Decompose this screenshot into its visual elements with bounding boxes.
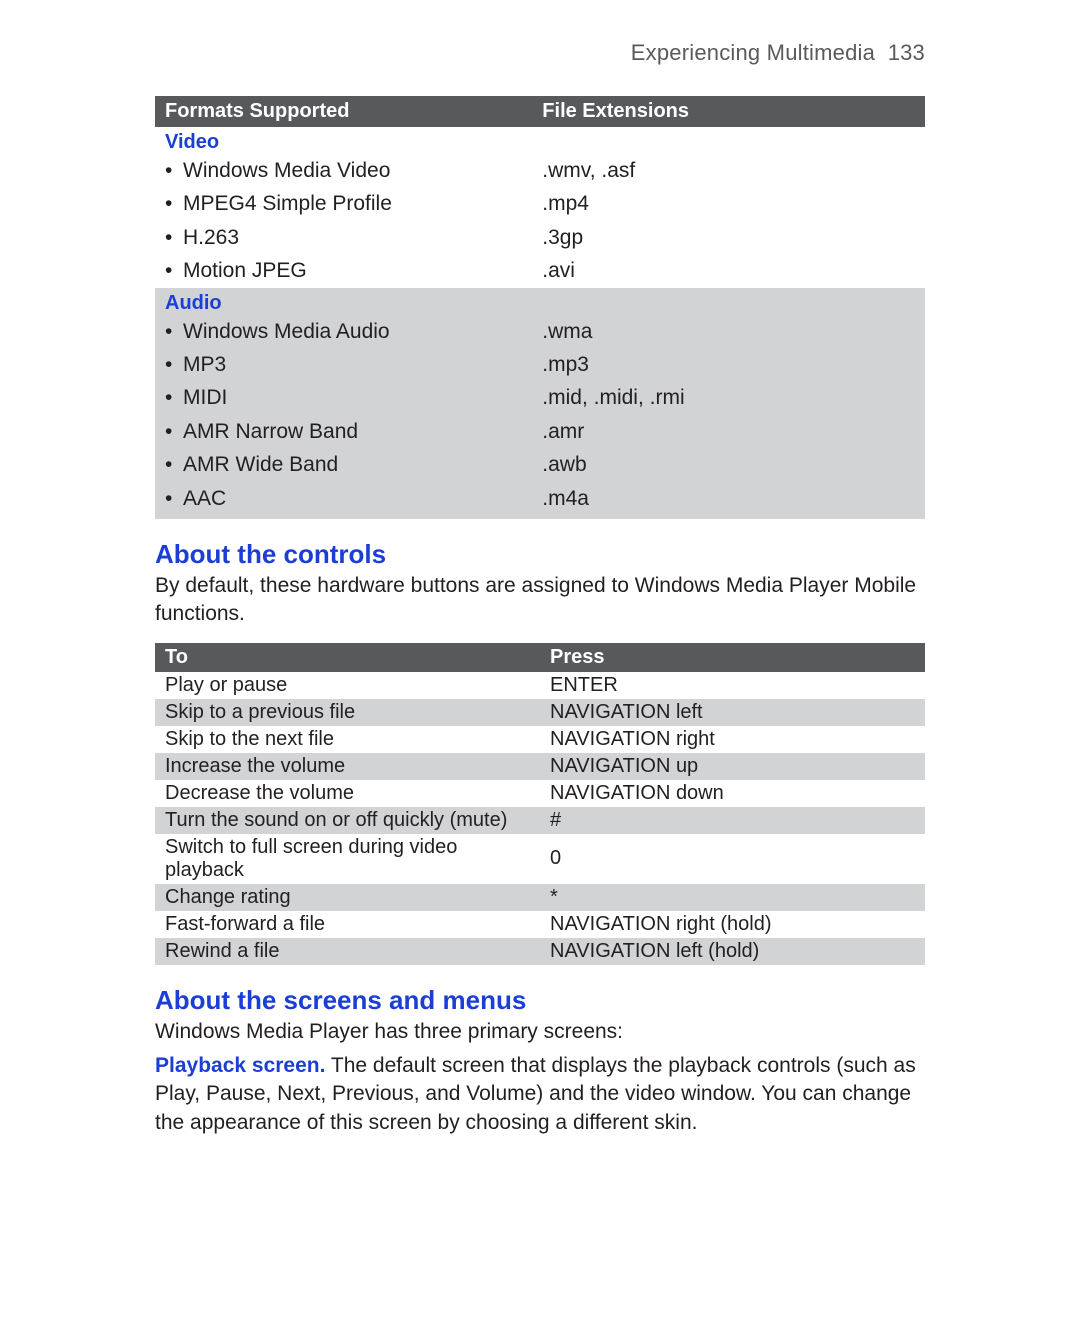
bullet-icon: • [165, 383, 183, 412]
controls-row: Turn the sound on or off quickly (mute) … [155, 807, 925, 834]
format-name: AAC [183, 487, 226, 510]
about-screens-intro: Windows Media Player has three primary s… [155, 1018, 925, 1046]
about-screens-heading: About the screens and menus [155, 985, 925, 1016]
playback-screen-paragraph: Playback screen. The default screen that… [155, 1052, 925, 1137]
col-formats: Formats Supported [155, 96, 532, 127]
control-key: # [540, 807, 925, 834]
format-name: Windows Media Audio [183, 320, 390, 343]
format-ext: .wmv, .asf [532, 154, 925, 187]
control-action: Decrease the volume [155, 780, 540, 807]
bullet-icon: • [165, 484, 183, 513]
controls-row: Rewind a file NAVIGATION left (hold) [155, 938, 925, 965]
about-controls-heading: About the controls [155, 539, 925, 570]
video-subheading: Video [155, 127, 925, 154]
format-name: AMR Narrow Band [183, 420, 358, 443]
audio-row: •AMR Narrow Band .amr [155, 415, 925, 448]
control-key: * [540, 884, 925, 911]
video-row: •MPEG4 Simple Profile .mp4 [155, 187, 925, 220]
audio-row: •AAC .m4a [155, 482, 925, 519]
control-action: Change rating [155, 884, 540, 911]
chapter-title: Experiencing Multimedia [631, 40, 875, 65]
format-ext: .avi [532, 254, 925, 287]
video-heading-row: Video [155, 127, 925, 154]
bullet-icon: • [165, 417, 183, 446]
page-header: Experiencing Multimedia 133 [155, 40, 925, 66]
col-to: To [155, 643, 540, 672]
bullet-icon: • [165, 223, 183, 252]
control-key: 0 [540, 834, 925, 884]
format-name: MIDI [183, 386, 227, 409]
control-key: NAVIGATION right (hold) [540, 911, 925, 938]
control-action: Skip to the next file [155, 726, 540, 753]
bullet-icon: • [165, 350, 183, 379]
control-action: Fast-forward a file [155, 911, 540, 938]
controls-table: To Press Play or pause ENTER Skip to a p… [155, 643, 925, 965]
col-press: Press [540, 643, 925, 672]
control-action: Rewind a file [155, 938, 540, 965]
formats-table-header: Formats Supported File Extensions [155, 96, 925, 127]
audio-row: •Windows Media Audio .wma [155, 315, 925, 348]
format-ext: .amr [532, 415, 925, 448]
bullet-icon: • [165, 156, 183, 185]
audio-row: •AMR Wide Band .awb [155, 448, 925, 481]
format-ext: .wma [532, 315, 925, 348]
controls-row: Skip to a previous file NAVIGATION left [155, 699, 925, 726]
controls-row: Skip to the next file NAVIGATION right [155, 726, 925, 753]
formats-table: Formats Supported File Extensions Video … [155, 96, 925, 519]
video-row: •Motion JPEG .avi [155, 254, 925, 287]
controls-row: Switch to full screen during video playb… [155, 834, 925, 884]
control-action: Play or pause [155, 672, 540, 699]
audio-heading-row: Audio [155, 288, 925, 315]
format-name: Motion JPEG [183, 259, 307, 282]
controls-row: Change rating * [155, 884, 925, 911]
control-key: NAVIGATION left (hold) [540, 938, 925, 965]
format-name: Windows Media Video [183, 159, 390, 182]
bullet-icon: • [165, 317, 183, 346]
control-action: Increase the volume [155, 753, 540, 780]
format-ext: .3gp [532, 221, 925, 254]
audio-row: •MIDI .mid, .midi, .rmi [155, 381, 925, 414]
video-row: •Windows Media Video .wmv, .asf [155, 154, 925, 187]
audio-row: •MP3 .mp3 [155, 348, 925, 381]
about-controls-intro: By default, these hardware buttons are a… [155, 572, 925, 629]
format-ext: .m4a [532, 482, 925, 519]
control-action: Turn the sound on or off quickly (mute) [155, 807, 540, 834]
control-action: Skip to a previous file [155, 699, 540, 726]
playback-screen-lead: Playback screen. [155, 1054, 325, 1077]
format-name: MP3 [183, 353, 226, 376]
format-ext: .mp3 [532, 348, 925, 381]
audio-subheading: Audio [155, 288, 925, 315]
format-name: AMR Wide Band [183, 453, 338, 476]
format-ext: .mid, .midi, .rmi [532, 381, 925, 414]
format-ext: .awb [532, 448, 925, 481]
format-ext: .mp4 [532, 187, 925, 220]
format-name: MPEG4 Simple Profile [183, 192, 392, 215]
bullet-icon: • [165, 256, 183, 285]
control-action: Switch to full screen during video playb… [155, 834, 540, 884]
controls-table-header: To Press [155, 643, 925, 672]
page-number: 133 [888, 40, 925, 65]
bullet-icon: • [165, 189, 183, 218]
col-extensions: File Extensions [532, 96, 925, 127]
control-key: NAVIGATION left [540, 699, 925, 726]
control-key: NAVIGATION right [540, 726, 925, 753]
format-name: H.263 [183, 226, 239, 249]
control-key: NAVIGATION up [540, 753, 925, 780]
control-key: NAVIGATION down [540, 780, 925, 807]
controls-row: Play or pause ENTER [155, 672, 925, 699]
controls-row: Decrease the volume NAVIGATION down [155, 780, 925, 807]
controls-row: Fast-forward a file NAVIGATION right (ho… [155, 911, 925, 938]
controls-row: Increase the volume NAVIGATION up [155, 753, 925, 780]
bullet-icon: • [165, 450, 183, 479]
control-key: ENTER [540, 672, 925, 699]
video-row: •H.263 .3gp [155, 221, 925, 254]
